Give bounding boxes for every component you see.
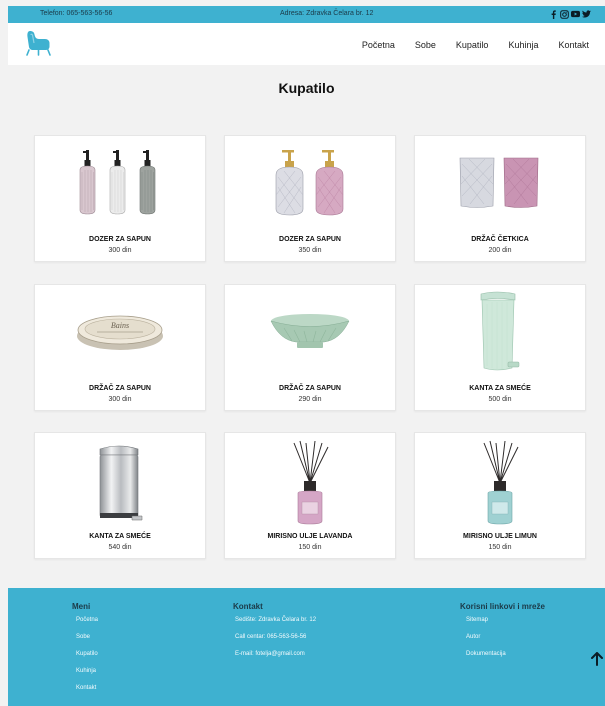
- product-image: [415, 437, 585, 527]
- product-price: 150 din: [488, 544, 512, 551]
- nav-menu: Početna Sobe Kupatilo Kuhinja Kontakt: [342, 40, 589, 50]
- nav-item-kuhinja[interactable]: Kuhinja: [508, 40, 538, 50]
- product-name: DOZER ZA SAPUN: [89, 236, 151, 243]
- scroll-to-top-arrow-icon[interactable]: [591, 652, 603, 666]
- footer-links: Korisni linkovi i mreže Sitemap Autor Do…: [460, 602, 545, 668]
- page-title: Kupatilo: [278, 80, 335, 96]
- product-card-trash-bin-2[interactable]: KANTA ZA SMEĆE 540 din: [34, 432, 206, 559]
- footer-menu-heading: Meni: [72, 602, 91, 611]
- nav-item-sobe[interactable]: Sobe: [415, 40, 436, 50]
- footer-contact-heading: Kontakt: [233, 602, 263, 611]
- youtube-icon[interactable]: [571, 9, 580, 19]
- main-navbar: Početna Sobe Kupatilo Kuhinja Kontakt: [8, 23, 605, 65]
- footer-link-pocetna[interactable]: Početna: [72, 617, 98, 634]
- footer-link-kupatilo[interactable]: Kupatilo: [72, 651, 98, 668]
- product-image: [35, 142, 205, 224]
- product-price: 290 din: [298, 396, 322, 403]
- nav-item-kontakt[interactable]: Kontakt: [558, 40, 589, 50]
- logo-chair-icon[interactable]: [24, 29, 54, 62]
- product-card-toothbrush-holder[interactable]: DRŽAČ ČETKICA 200 din: [414, 135, 586, 262]
- footer-contact-email[interactable]: E-mail: fotelja@gmail.com: [233, 651, 316, 668]
- footer-link-autor[interactable]: Autor: [460, 634, 545, 651]
- svg-text:Bains: Bains: [111, 321, 129, 330]
- phone-text: Telefon: 065-563-56-56: [40, 10, 113, 17]
- product-image: [35, 441, 205, 525]
- product-image: [225, 142, 395, 224]
- product-card-trash-bin-1[interactable]: KANTA ZA SMEĆE 500 din: [414, 284, 586, 411]
- product-price: 540 din: [108, 544, 132, 551]
- footer-link-sitemap[interactable]: Sitemap: [460, 617, 545, 634]
- product-price: 350 din: [298, 247, 322, 254]
- footer-link-kuhinja[interactable]: Kuhinja: [72, 668, 98, 685]
- instagram-icon[interactable]: [560, 9, 569, 19]
- footer-link-sobe[interactable]: Sobe: [72, 634, 98, 651]
- product-price: 500 din: [488, 396, 512, 403]
- nav-item-pocetna[interactable]: Početna: [362, 40, 395, 50]
- product-card-soap-dispenser-1[interactable]: DOZER ZA SAPUN 300 din: [34, 135, 206, 262]
- product-image: [415, 142, 585, 224]
- facebook-icon[interactable]: [549, 9, 558, 19]
- footer-contact-address: Sedište: Zdravka Čelara br. 12: [235, 617, 317, 623]
- product-name: KANTA ZA SMEĆE: [469, 385, 531, 392]
- product-price: 300 din: [108, 396, 132, 403]
- product-image: Bains: [35, 291, 205, 373]
- product-image: [225, 437, 395, 527]
- nav-item-kupatilo[interactable]: Kupatilo: [456, 40, 489, 50]
- product-price: 150 din: [298, 544, 322, 551]
- product-name: DRŽAČ ZA SAPUN: [279, 385, 341, 392]
- product-card-soap-dish-2[interactable]: DRŽAČ ZA SAPUN 290 din: [224, 284, 396, 411]
- footer-links-heading: Korisni linkovi i mreže: [460, 602, 545, 611]
- product-name: MIRISNO ULJE LAVANDA: [267, 533, 353, 540]
- social-links: [549, 9, 591, 19]
- address-text: Adresa: Zdravka Čelara br. 12: [280, 10, 374, 17]
- footer-contact-phone: Call centar: 065-563-56-56: [235, 634, 307, 640]
- footer-link-kontakt[interactable]: Kontakt: [72, 685, 98, 702]
- product-name: KANTA ZA SMEĆE: [89, 533, 151, 540]
- product-name: DRŽAČ ČETKICA: [471, 236, 529, 243]
- product-card-soap-dish-1[interactable]: Bains DRŽAČ ZA SAPUN 300 din: [34, 284, 206, 411]
- footer: Meni Početna Sobe Kupatilo Kuhinja Konta…: [8, 588, 605, 706]
- product-name: DOZER ZA SAPUN: [279, 236, 341, 243]
- product-name: DRŽAČ ZA SAPUN: [89, 385, 151, 392]
- product-name: MIRISNO ULJE LIMUN: [463, 533, 537, 540]
- product-card-reed-diffuser-lavender[interactable]: MIRISNO ULJE LAVANDA 150 din: [224, 432, 396, 559]
- top-info-bar: Telefon: 065-563-56-56 Adresa: Zdravka Č…: [8, 6, 605, 23]
- product-image: [415, 287, 585, 377]
- footer-link-dokumentacija[interactable]: Dokumentacija: [460, 651, 545, 668]
- product-card-soap-dispenser-2[interactable]: DOZER ZA SAPUN 350 din: [224, 135, 396, 262]
- footer-menu: Meni Početna Sobe Kupatilo Kuhinja Konta…: [72, 602, 98, 702]
- product-price: 300 din: [108, 247, 132, 254]
- product-price: 200 din: [488, 247, 512, 254]
- twitter-icon[interactable]: [582, 9, 591, 19]
- footer-contact: Kontakt Sedište: Zdravka Čelara br. 12 C…: [233, 602, 316, 668]
- product-card-reed-diffuser-lemon[interactable]: MIRISNO ULJE LIMUN 150 din: [414, 432, 586, 559]
- product-image: [225, 291, 395, 373]
